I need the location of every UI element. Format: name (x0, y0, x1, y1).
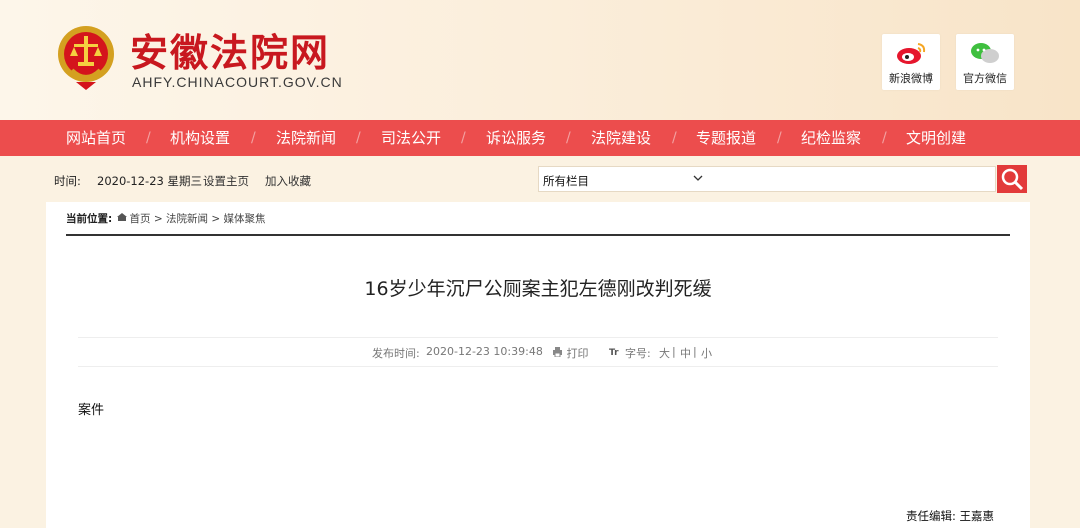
font-small-button[interactable]: 小 (701, 345, 712, 361)
site-name[interactable]: 安徽法院网 (130, 22, 330, 77)
nav-separator: / (356, 130, 361, 146)
nav-separator: / (882, 130, 887, 146)
responsible-editor: 责任编辑: 王嘉惠 (906, 508, 994, 524)
nav-item-home[interactable]: 网站首页 (66, 120, 126, 156)
editor-name: 王嘉惠 (959, 509, 995, 523)
printer-icon (553, 347, 562, 358)
breadcrumb-label: 当前位置: (66, 213, 113, 225)
divider (78, 337, 998, 338)
breadcrumb-home[interactable]: 首页 (130, 213, 151, 225)
nav-separator: / (777, 130, 782, 146)
site-domain: AHFY.CHINACOURT.GOV.CN (132, 74, 343, 90)
print-label: 打印 (566, 347, 589, 360)
print-button[interactable]: 打印 (552, 345, 589, 361)
editor-label: 责任编辑: (906, 509, 956, 523)
article-title: 16岁少年沉尸公厕案主犯左德刚改判死缓 (364, 278, 712, 300)
wechat-icon (971, 43, 999, 63)
nav-separator: / (672, 130, 677, 146)
time-label: 时间: (54, 174, 81, 188)
search-input[interactable]: 所有栏目 (538, 166, 996, 192)
breadcrumb: 当前位置: 首页 > 法院新闻 > 媒体聚焦 (66, 211, 266, 226)
nav-item-discipline[interactable]: 纪检监察 (801, 120, 861, 156)
chevron-down-icon[interactable] (693, 173, 703, 183)
search-button[interactable] (997, 165, 1027, 193)
nav-separator: / (251, 130, 256, 146)
nav-separator: / (566, 130, 571, 146)
breadcrumb-sep: > (153, 213, 163, 225)
weibo-label: 新浪微博 (889, 72, 933, 85)
nav-item-litigation-service[interactable]: 诉讼服务 (486, 120, 546, 156)
nav-item-civilization[interactable]: 文明创建 (906, 120, 966, 156)
publish-time: 2020-12-23 10:39:48 (426, 345, 543, 358)
font-sep: | (672, 345, 676, 358)
wechat-link[interactable]: 官方微信 (956, 34, 1014, 90)
nav-separator: / (146, 130, 151, 146)
font-size-icon: Tr (609, 348, 619, 358)
current-date: 2020-12-23 星期三 (97, 174, 202, 188)
font-large-button[interactable]: 大 (659, 345, 670, 361)
font-medium-button[interactable]: 中 (680, 345, 691, 361)
wechat-label: 官方微信 (963, 72, 1007, 85)
weibo-icon (897, 43, 926, 64)
publish-label: 发布时间: (372, 347, 420, 360)
breadcrumb-section[interactable]: 法院新闻 (166, 213, 208, 225)
search-category-select[interactable]: 所有栏目 (543, 173, 589, 189)
divider (78, 366, 998, 367)
breadcrumb-sep: > (211, 213, 221, 225)
nav-separator: / (461, 130, 466, 146)
home-icon (116, 212, 130, 225)
divider (66, 234, 1010, 236)
site-header: 安徽法院网 AHFY.CHINACOURT.GOV.CN 新浪微博 官方微信 (0, 0, 1080, 120)
font-size-label: 字号: (625, 347, 651, 360)
nav-item-court-news[interactable]: 法院新闻 (276, 120, 336, 156)
nav-item-judicial-disclosure[interactable]: 司法公开 (381, 120, 441, 156)
search-icon (1001, 168, 1024, 191)
set-home-link[interactable]: 设置主页 (203, 173, 249, 189)
nav-item-court-building[interactable]: 法院建设 (591, 120, 651, 156)
weibo-link[interactable]: 新浪微博 (882, 34, 940, 90)
article-panel: 当前位置: 首页 > 法院新闻 > 媒体聚焦 16岁少年沉尸公厕案主犯左德刚改判… (46, 202, 1030, 528)
font-sep: | (693, 345, 697, 358)
court-emblem-icon (58, 26, 114, 90)
main-nav: 网站首页 / 机构设置 / 法院新闻 / 司法公开 / 诉讼服务 / 法院建设 … (0, 120, 1080, 156)
nav-item-special-reports[interactable]: 专题报道 (696, 120, 756, 156)
article-body: 案件 (78, 403, 105, 418)
nav-item-organization[interactable]: 机构设置 (170, 120, 230, 156)
add-favorite-link[interactable]: 加入收藏 (265, 173, 311, 189)
breadcrumb-subsection[interactable]: 媒体聚焦 (224, 213, 266, 225)
